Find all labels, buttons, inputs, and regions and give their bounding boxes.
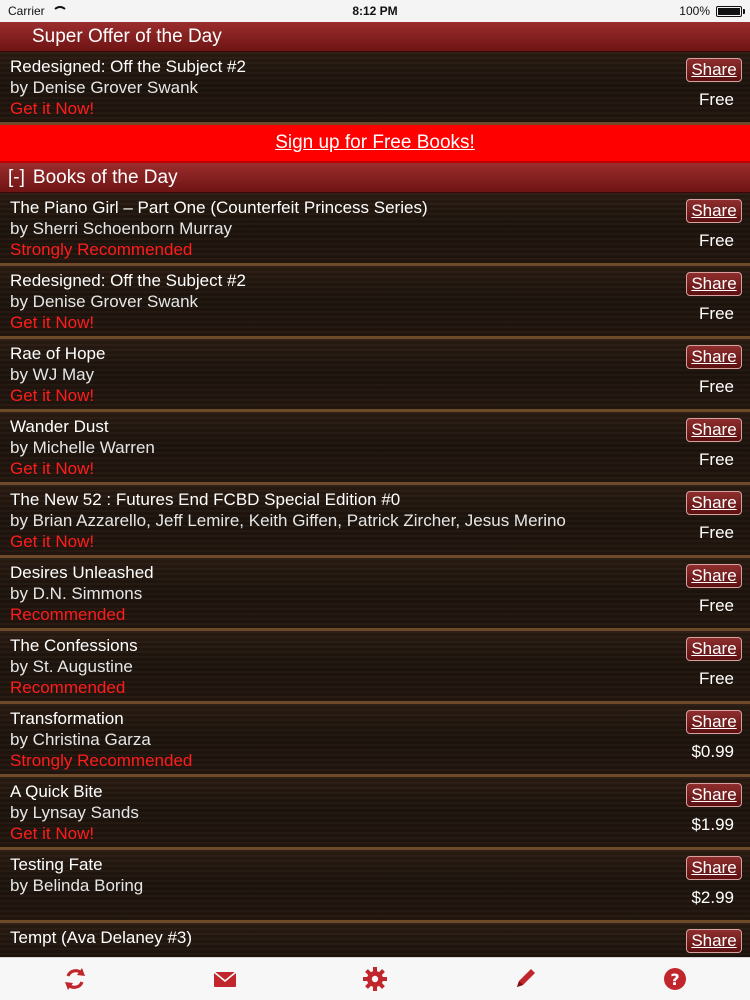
status-right: 100% (679, 4, 745, 18)
edit-button[interactable] (503, 958, 547, 1000)
book-tag: Recommended (10, 678, 126, 697)
book-price: Free (699, 450, 734, 469)
book-price: Free (699, 377, 734, 396)
book-author: by Christina Garza (10, 730, 151, 749)
book-author: by D.N. Simmons (10, 584, 143, 603)
book-price: Free (699, 523, 734, 542)
book-title: Redesigned: Off the Subject #2 (10, 271, 246, 290)
book-row[interactable]: Wander Dust by Michelle Warren Get it Now!… (0, 412, 750, 485)
book-tag: Strongly Recommended (10, 240, 193, 259)
book-price: Free (699, 90, 734, 109)
share-button[interactable]: Share (686, 491, 742, 515)
book-title: Wander Dust (10, 417, 109, 436)
book-row[interactable]: The New 52 : Futures End FCBD Special Ed… (0, 485, 750, 558)
book-author: by Lynsay Sands (10, 803, 139, 822)
book-price: $0.99 (691, 742, 734, 761)
book-row[interactable]: Desires Unleashed by D.N. Simmons Recommen… (0, 558, 750, 631)
book-tag: Get it Now! (10, 532, 95, 551)
book-title: The Confessions (10, 636, 138, 655)
book-price: Free (699, 596, 734, 615)
status-left: Carrier (8, 4, 68, 18)
battery-percent: 100% (679, 4, 710, 18)
share-button[interactable]: Share (686, 783, 742, 807)
book-price: Free (699, 231, 734, 250)
book-title: Redesigned: Off the Subject #2 (10, 57, 246, 76)
pencil-icon (517, 969, 535, 987)
share-button[interactable]: Share (686, 199, 742, 223)
book-author: by Denise Grover Swank (10, 78, 199, 97)
book-title: The New 52 : Futures End FCBD Special Ed… (10, 490, 401, 509)
super-offer-book[interactable]: Redesigned: Off the Subject #2 by Denise… (0, 52, 750, 125)
book-author: by Denise Grover Swank (10, 292, 199, 311)
share-button[interactable]: Share (686, 929, 742, 953)
mail-button[interactable] (203, 958, 247, 1000)
book-title: Testing Fate (10, 855, 103, 874)
share-button[interactable]: Share (686, 272, 742, 296)
book-tag: Get it Now! (10, 99, 95, 118)
book-title: Transformation (10, 709, 124, 728)
battery-icon (716, 5, 745, 17)
book-tag: Strongly Recommended (10, 751, 193, 770)
book-title: Rae of Hope (10, 344, 106, 363)
carrier-label: Carrier (8, 4, 45, 18)
book-price: Free (699, 304, 734, 323)
refresh-icon (65, 968, 85, 990)
bottom-toolbar: ? (0, 957, 750, 1000)
mail-icon (213, 971, 237, 987)
book-row[interactable]: Testing Fate by Belinda Boring Share $2.99 (0, 850, 750, 923)
status-time: 8:12 PM (352, 4, 398, 18)
book-tag: Get it Now! (10, 824, 95, 843)
help-icon: ? (664, 968, 686, 990)
book-row[interactable]: Rae of Hope by WJ May Get it Now! Share Free (0, 339, 750, 412)
book-row[interactable]: Tempt (Ava Delaney #3) Share (0, 923, 750, 958)
book-title: A Quick Bite (10, 782, 103, 801)
share-button[interactable]: Share (686, 710, 742, 734)
book-list: The Piano Girl – Part One (Counterfeit P… (0, 193, 750, 958)
book-row[interactable]: The Piano Girl – Part One (Counterfeit P… (0, 193, 750, 266)
settings-button[interactable] (353, 958, 397, 1000)
wifi-icon (51, 6, 68, 16)
svg-text:?: ? (670, 970, 679, 989)
book-row[interactable]: The Confessions by St. Augustine Recommend… (0, 631, 750, 704)
book-author: by Sherri Schoenborn Murray (10, 219, 233, 238)
book-author: by WJ May (10, 365, 95, 384)
super-offer-header: Super Offer of the Day (0, 22, 750, 52)
book-author: by Belinda Boring (10, 876, 144, 895)
book-row[interactable]: Redesigned: Off the Subject #2 by Denise … (0, 266, 750, 339)
books-of-day-header[interactable]: [-] Books of the Day (0, 163, 750, 193)
books-of-day-title: Books of the Day (32, 166, 178, 188)
book-tag: Get it Now! (10, 313, 95, 332)
collapse-toggle[interactable]: [-] (8, 167, 25, 189)
book-row[interactable]: Transformation by Christina Garza Strongly… (0, 704, 750, 777)
help-button[interactable]: ? (653, 958, 697, 1000)
share-button[interactable]: Share (686, 637, 742, 661)
super-offer-title: Super Offer of the Day (32, 25, 222, 47)
book-price: Free (699, 669, 734, 688)
book-author: by St. Augustine (10, 657, 133, 676)
book-title: Tempt (Ava Delaney #3) (10, 928, 193, 947)
share-button[interactable]: Share (686, 856, 742, 880)
book-title: The Piano Girl – Part One (Counterfeit P… (10, 198, 428, 217)
book-author: by Michelle Warren (10, 438, 155, 457)
settings-icon (363, 967, 387, 991)
book-tag: Recommended (10, 605, 126, 624)
share-button[interactable]: Share (686, 418, 742, 442)
book-price: $1.99 (691, 815, 734, 834)
book-tag: Get it Now! (10, 386, 95, 405)
status-bar: Carrier 8:12 PM 100% (0, 0, 750, 22)
book-price: $2.99 (691, 888, 734, 907)
refresh-button[interactable] (53, 958, 97, 1000)
book-author: by Brian Azzarello, Jeff Lemire, Keith G… (10, 511, 566, 530)
share-button[interactable]: Share (686, 564, 742, 588)
main-content[interactable]: Super Offer of the Day Redesigned: Off t… (0, 22, 750, 958)
share-button[interactable]: Share (686, 58, 742, 82)
book-row[interactable]: A Quick Bite by Lynsay Sands Get it Now! Sh… (0, 777, 750, 850)
share-button[interactable]: Share (686, 345, 742, 369)
book-title: Desires Unleashed (10, 563, 154, 582)
book-tag: Get it Now! (10, 459, 95, 478)
signup-link[interactable]: Sign up for Free Books! (0, 125, 750, 163)
